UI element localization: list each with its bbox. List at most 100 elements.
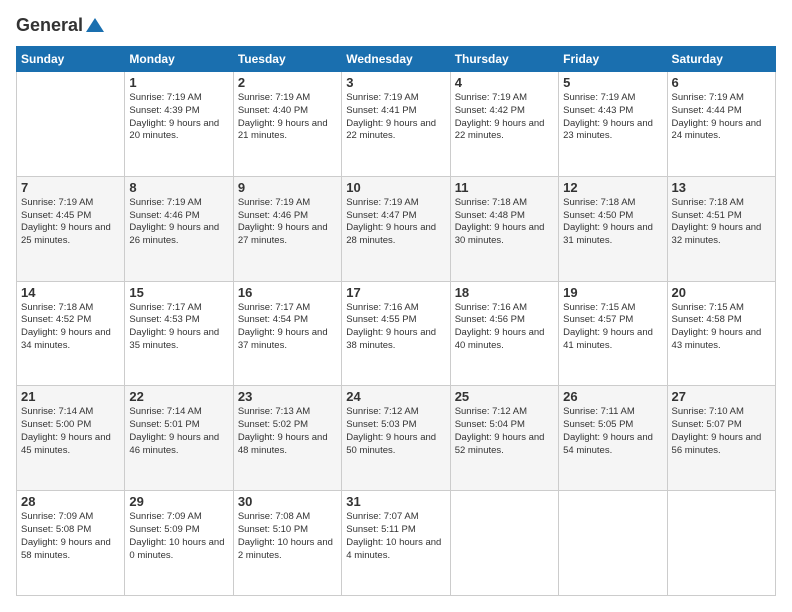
calendar-header-thursday: Thursday [450,47,558,72]
day-number: 27 [672,389,771,404]
calendar-week-4: 28Sunrise: 7:09 AMSunset: 5:08 PMDayligh… [17,491,776,596]
day-number: 19 [563,285,662,300]
day-info: Sunrise: 7:19 AMSunset: 4:46 PMDaylight:… [238,197,337,248]
day-number: 5 [563,75,662,90]
day-number: 1 [129,75,228,90]
calendar-cell: 9Sunrise: 7:19 AMSunset: 4:46 PMDaylight… [233,176,341,281]
day-info: Sunrise: 7:08 AMSunset: 5:10 PMDaylight:… [238,511,337,562]
calendar-cell: 5 Sunrise: 7:19 AMSunset: 4:43 PMDaylight… [559,72,667,177]
calendar-cell: 20 Sunrise: 7:15 AMSunset: 4:58 PMDayligh… [667,281,775,386]
logo-triangle-icon [85,16,105,36]
calendar-header-friday: Friday [559,47,667,72]
day-info: Sunrise: 7:14 AMSunset: 5:00 PMDaylight:… [21,406,120,457]
day-info: Sunrise: 7:17 AMSunset: 4:53 PMDaylight:… [129,302,228,353]
calendar-header-tuesday: Tuesday [233,47,341,72]
calendar-header-row: SundayMondayTuesdayWednesdayThursdayFrid… [17,47,776,72]
calendar-cell: 13 Sunrise: 7:18 AMSunset: 4:51 PMDayligh… [667,176,775,281]
day-number: 29 [129,494,228,509]
day-number: 26 [563,389,662,404]
calendar-week-3: 21 Sunrise: 7:14 AMSunset: 5:00 PMDayligh… [17,386,776,491]
day-info: Sunrise: 7:15 AMSunset: 4:58 PMDaylight:… [672,302,771,353]
calendar-cell: 30 Sunrise: 7:08 AMSunset: 5:10 PMDayligh… [233,491,341,596]
day-info: Sunrise: 7:14 AMSunset: 5:01 PMDaylight:… [129,406,228,457]
day-number: 13 [672,180,771,195]
day-info: Sunrise: 7:15 AMSunset: 4:57 PMDaylight:… [563,302,662,353]
day-info: Sunrise: 7:19 AMSunset: 4:45 PMDaylight:… [21,197,120,248]
day-info: Sunrise: 7:09 AMSunset: 5:08 PMDaylight:… [21,511,120,562]
day-number: 17 [346,285,445,300]
day-number: 7 [21,180,120,195]
day-number: 31 [346,494,445,509]
day-number: 22 [129,389,228,404]
day-info: Sunrise: 7:19 AMSunset: 4:44 PMDaylight:… [672,92,771,143]
day-number: 4 [455,75,554,90]
day-info: Sunrise: 7:07 AMSunset: 5:11 PMDaylight:… [346,511,445,562]
calendar-cell: 22 Sunrise: 7:14 AMSunset: 5:01 PMDayligh… [125,386,233,491]
calendar-week-2: 14 Sunrise: 7:18 AMSunset: 4:52 PMDayligh… [17,281,776,386]
day-info: Sunrise: 7:19 AMSunset: 4:40 PMDaylight:… [238,92,337,143]
day-number: 10 [346,180,445,195]
day-info: Sunrise: 7:18 AMSunset: 4:51 PMDaylight:… [672,197,771,248]
calendar-cell: 26Sunrise: 7:11 AMSunset: 5:05 PMDayligh… [559,386,667,491]
header: General [16,16,776,36]
day-info: Sunrise: 7:12 AMSunset: 5:04 PMDaylight:… [455,406,554,457]
day-info: Sunrise: 7:19 AMSunset: 4:39 PMDaylight:… [129,92,228,143]
day-number: 18 [455,285,554,300]
day-info: Sunrise: 7:19 AMSunset: 4:41 PMDaylight:… [346,92,445,143]
calendar-header-monday: Monday [125,47,233,72]
page: General SundayMondayTuesdayWednesdayThur… [0,0,792,612]
calendar-cell: 19 Sunrise: 7:15 AMSunset: 4:57 PMDayligh… [559,281,667,386]
day-number: 30 [238,494,337,509]
calendar-cell: 11Sunrise: 7:18 AMSunset: 4:48 PMDayligh… [450,176,558,281]
day-number: 12 [563,180,662,195]
calendar-cell: 7 Sunrise: 7:19 AMSunset: 4:45 PMDaylight… [17,176,125,281]
day-number: 15 [129,285,228,300]
day-info: Sunrise: 7:19 AMSunset: 4:47 PMDaylight:… [346,197,445,248]
day-info: Sunrise: 7:19 AMSunset: 4:43 PMDaylight:… [563,92,662,143]
calendar-table: SundayMondayTuesdayWednesdayThursdayFrid… [16,46,776,596]
calendar-cell [559,491,667,596]
day-info: Sunrise: 7:19 AMSunset: 4:46 PMDaylight:… [129,197,228,248]
calendar-cell [667,491,775,596]
calendar-cell: 28Sunrise: 7:09 AMSunset: 5:08 PMDayligh… [17,491,125,596]
day-info: Sunrise: 7:18 AMSunset: 4:50 PMDaylight:… [563,197,662,248]
day-info: Sunrise: 7:10 AMSunset: 5:07 PMDaylight:… [672,406,771,457]
day-number: 11 [455,180,554,195]
day-info: Sunrise: 7:19 AMSunset: 4:42 PMDaylight:… [455,92,554,143]
calendar-header-sunday: Sunday [17,47,125,72]
day-number: 21 [21,389,120,404]
calendar-cell: 2Sunrise: 7:19 AMSunset: 4:40 PMDaylight… [233,72,341,177]
day-number: 6 [672,75,771,90]
calendar-cell: 12 Sunrise: 7:18 AMSunset: 4:50 PMDayligh… [559,176,667,281]
day-number: 20 [672,285,771,300]
calendar-cell: 16 Sunrise: 7:17 AMSunset: 4:54 PMDayligh… [233,281,341,386]
day-info: Sunrise: 7:16 AMSunset: 4:56 PMDaylight:… [455,302,554,353]
logo-general-word: General [16,16,83,36]
calendar-cell: 27 Sunrise: 7:10 AMSunset: 5:07 PMDayligh… [667,386,775,491]
day-number: 16 [238,285,337,300]
logo-text: General [16,16,105,36]
calendar-cell: 21 Sunrise: 7:14 AMSunset: 5:00 PMDayligh… [17,386,125,491]
day-info: Sunrise: 7:17 AMSunset: 4:54 PMDaylight:… [238,302,337,353]
calendar-cell: 23Sunrise: 7:13 AMSunset: 5:02 PMDayligh… [233,386,341,491]
calendar-cell: 3 Sunrise: 7:19 AMSunset: 4:41 PMDaylight… [342,72,450,177]
calendar-cell: 17Sunrise: 7:16 AMSunset: 4:55 PMDayligh… [342,281,450,386]
calendar-cell: 10 Sunrise: 7:19 AMSunset: 4:47 PMDayligh… [342,176,450,281]
calendar-cell [450,491,558,596]
day-number: 3 [346,75,445,90]
day-info: Sunrise: 7:09 AMSunset: 5:09 PMDaylight:… [129,511,228,562]
calendar-cell: 14 Sunrise: 7:18 AMSunset: 4:52 PMDayligh… [17,281,125,386]
day-info: Sunrise: 7:18 AMSunset: 4:52 PMDaylight:… [21,302,120,353]
calendar-cell: 6 Sunrise: 7:19 AMSunset: 4:44 PMDaylight… [667,72,775,177]
calendar-header-saturday: Saturday [667,47,775,72]
calendar-week-0: 1 Sunrise: 7:19 AMSunset: 4:39 PMDaylight… [17,72,776,177]
calendar-cell [17,72,125,177]
calendar-cell: 4 Sunrise: 7:19 AMSunset: 4:42 PMDaylight… [450,72,558,177]
day-number: 8 [129,180,228,195]
day-number: 23 [238,389,337,404]
day-info: Sunrise: 7:12 AMSunset: 5:03 PMDaylight:… [346,406,445,457]
calendar-cell: 18 Sunrise: 7:16 AMSunset: 4:56 PMDayligh… [450,281,558,386]
calendar-cell: 15 Sunrise: 7:17 AMSunset: 4:53 PMDayligh… [125,281,233,386]
calendar-header-wednesday: Wednesday [342,47,450,72]
day-number: 14 [21,285,120,300]
